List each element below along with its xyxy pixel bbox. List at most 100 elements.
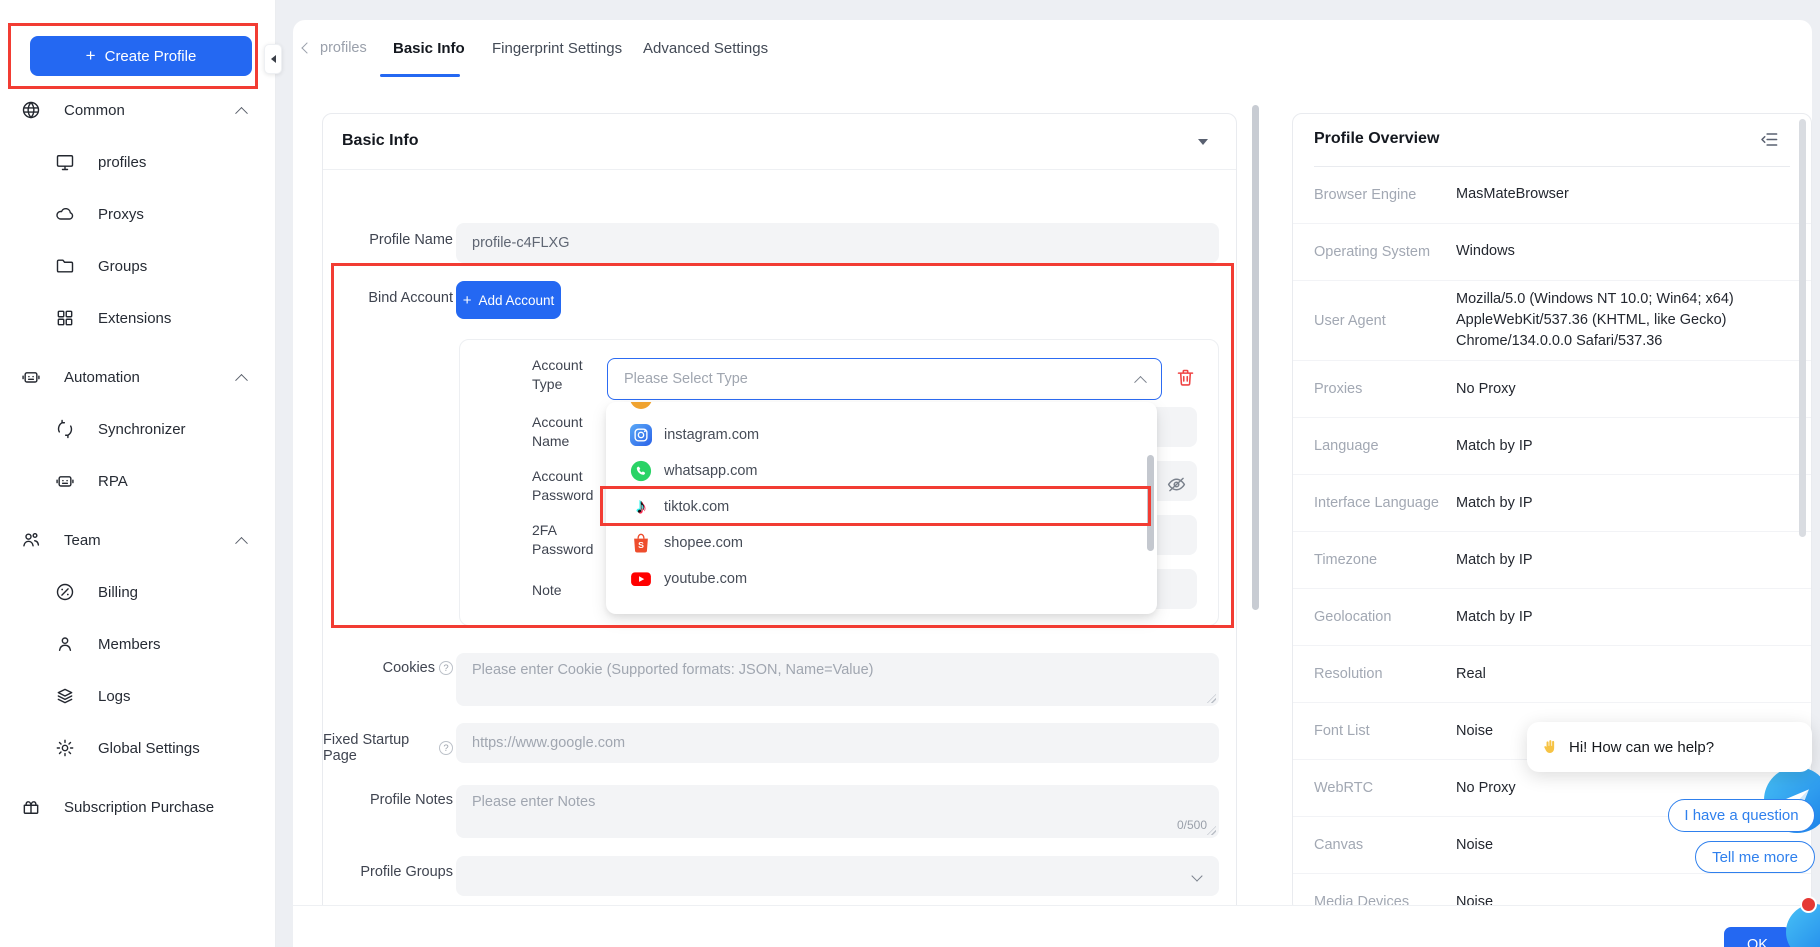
tab-advanced-settings[interactable]: Advanced Settings bbox=[643, 40, 768, 57]
collapse-caret-icon[interactable] bbox=[1198, 139, 1208, 145]
create-profile-label: Create Profile bbox=[105, 48, 197, 65]
collapse-panel-icon[interactable] bbox=[1760, 130, 1779, 149]
overview-title: Profile Overview bbox=[1314, 130, 1439, 148]
sidebar-collapse-button[interactable] bbox=[264, 44, 282, 74]
sidebar-item-profiles[interactable]: profiles bbox=[0, 136, 276, 188]
sidebar-item-label: Global Settings bbox=[98, 740, 200, 757]
sidebar-item-synchronizer[interactable]: Synchronizer bbox=[0, 403, 276, 455]
sidebar-item-label: profiles bbox=[98, 154, 146, 171]
sidebar-item-members[interactable]: Members bbox=[0, 618, 276, 670]
main-scrollbar[interactable] bbox=[1252, 105, 1259, 610]
overview-row-label: Browser Engine bbox=[1314, 187, 1456, 203]
ok-button[interactable]: OK bbox=[1724, 927, 1791, 947]
sidebar-section-common[interactable]: Common bbox=[0, 84, 276, 136]
sidebar-item-label: Extensions bbox=[98, 310, 171, 327]
sidebar-section-automation[interactable]: Automation bbox=[0, 351, 276, 403]
bind-account-label: Bind Account bbox=[323, 290, 453, 306]
panel-title: Basic Info bbox=[342, 132, 418, 150]
sidebar-item-label: Logs bbox=[98, 688, 131, 705]
sidebar-item-global-settings[interactable]: Global Settings bbox=[0, 722, 276, 774]
note-label: Note bbox=[532, 581, 612, 600]
account-type-dropdown: instagram.comwhatsapp.com♪tiktok.comSsho… bbox=[606, 402, 1157, 614]
account-name-label: Account Name bbox=[532, 413, 612, 451]
dropdown-option-tiktok-com[interactable]: ♪tiktok.com bbox=[606, 489, 1157, 525]
profile-name-input[interactable] bbox=[456, 223, 1219, 263]
overview-scrollbar[interactable] bbox=[1799, 119, 1806, 537]
account-type-placeholder: Please Select Type bbox=[624, 371, 748, 387]
dropdown-option-whatsapp-com[interactable]: whatsapp.com bbox=[606, 453, 1157, 489]
dropdown-option-label: shopee.com bbox=[664, 535, 743, 551]
profile-overview-panel: Profile Overview Browser EngineMasMateBr… bbox=[1292, 113, 1812, 913]
waving-hand-icon bbox=[1541, 738, 1560, 757]
app-window: + Create Profile Common profiles Proxys Gro… bbox=[0, 0, 1820, 947]
overview-row-label: Language bbox=[1314, 438, 1456, 454]
back-to-profiles[interactable]: profiles bbox=[303, 40, 367, 56]
fixed-startup-page-input[interactable] bbox=[456, 723, 1219, 763]
dropdown-scrollbar[interactable] bbox=[1147, 455, 1154, 551]
whatsapp-icon bbox=[630, 460, 652, 482]
gift-icon bbox=[21, 797, 41, 817]
sidebar-item-subscription-purchase[interactable]: Subscription Purchase bbox=[0, 781, 276, 833]
sidebar-item-label: Groups bbox=[98, 258, 147, 275]
chevron-up-icon bbox=[235, 536, 248, 549]
account-type-select[interactable]: Please Select Type bbox=[607, 358, 1162, 400]
chat-quick-reply-question[interactable]: I have a question bbox=[1668, 799, 1815, 832]
tab-fingerprint-settings[interactable]: Fingerprint Settings bbox=[492, 40, 622, 57]
help-icon: ? bbox=[439, 661, 453, 675]
chat-greeting-bubble[interactable]: Hi! How can we help? bbox=[1527, 722, 1812, 772]
shopee-icon: S bbox=[630, 532, 652, 554]
dropdown-option-shopee-com[interactable]: Sshopee.com bbox=[606, 525, 1157, 561]
svg-text:S: S bbox=[638, 540, 644, 550]
profile-notes-input[interactable] bbox=[456, 785, 1219, 838]
overview-row-label: Geolocation bbox=[1314, 609, 1456, 625]
sidebar-item-logs[interactable]: Logs bbox=[0, 670, 276, 722]
create-profile-button[interactable]: + Create Profile bbox=[30, 36, 252, 76]
profile-groups-select[interactable] bbox=[456, 856, 1219, 896]
cookies-input[interactable] bbox=[456, 653, 1219, 706]
cookies-label: Cookies ? bbox=[323, 660, 453, 676]
chevron-left-icon bbox=[301, 42, 312, 53]
sidebar-item-billing[interactable]: Billing bbox=[0, 566, 276, 618]
add-account-button[interactable]: + Add Account bbox=[456, 281, 561, 319]
cloud-icon bbox=[55, 204, 75, 224]
sidebar-section-team[interactable]: Team bbox=[0, 514, 276, 566]
dropdown-option-label: instagram.com bbox=[664, 427, 759, 443]
sidebar-item-label: Proxys bbox=[98, 206, 144, 223]
overview-row-value: Real bbox=[1456, 664, 1787, 685]
account-password-label: Account Password bbox=[532, 467, 612, 505]
tab-basic-info[interactable]: Basic Info bbox=[393, 40, 465, 57]
dropdown-option-label: youtube.com bbox=[664, 571, 747, 587]
basic-info-panel-header[interactable]: Basic Info bbox=[323, 114, 1236, 170]
overview-row-label: Interface Language bbox=[1314, 495, 1456, 511]
overview-row-operating-system: Operating SystemWindows bbox=[1293, 224, 1811, 281]
sidebar: + Create Profile Common profiles Proxys Gro… bbox=[0, 0, 276, 947]
layers-icon bbox=[55, 686, 75, 706]
back-label: profiles bbox=[320, 40, 367, 56]
overview-row-value: Match by IP bbox=[1456, 436, 1787, 457]
sidebar-item-label: Synchronizer bbox=[98, 421, 186, 438]
instagram-icon bbox=[630, 424, 652, 446]
dropdown-option-youtube-com[interactable]: youtube.com bbox=[606, 561, 1157, 597]
sidebar-item-rpa[interactable]: RPA bbox=[0, 455, 276, 507]
sidebar-item-extensions[interactable]: Extensions bbox=[0, 292, 276, 344]
chat-quick-reply-more[interactable]: Tell me more bbox=[1695, 841, 1815, 873]
overview-row-user-agent: User AgentMozilla/5.0 (Windows NT 10.0; … bbox=[1293, 281, 1811, 361]
sidebar-section-label: Common bbox=[64, 102, 125, 119]
dropdown-option-instagram-com[interactable]: instagram.com bbox=[606, 417, 1157, 453]
overview-row-label: Operating System bbox=[1314, 244, 1456, 260]
overview-row-geolocation: GeolocationMatch by IP bbox=[1293, 589, 1811, 646]
sidebar-item-groups[interactable]: Groups bbox=[0, 240, 276, 292]
twofa-password-label: 2FA Password bbox=[532, 521, 612, 559]
gauge-icon bbox=[55, 582, 75, 602]
bottom-bar bbox=[293, 905, 1812, 947]
sidebar-item-proxys[interactable]: Proxys bbox=[0, 188, 276, 240]
overview-row-interface-language: Interface LanguageMatch by IP bbox=[1293, 475, 1811, 532]
sync-icon bbox=[55, 419, 75, 439]
profile-groups-label: Profile Groups bbox=[323, 864, 453, 880]
chat-greeting-text: Hi! How can we help? bbox=[1569, 739, 1714, 756]
overview-row-label: WebRTC bbox=[1314, 780, 1456, 796]
delete-account-icon[interactable] bbox=[1175, 367, 1196, 388]
eye-slash-icon[interactable] bbox=[1166, 474, 1187, 495]
notification-badge bbox=[1800, 896, 1817, 913]
overview-row-value: No Proxy bbox=[1456, 379, 1787, 400]
